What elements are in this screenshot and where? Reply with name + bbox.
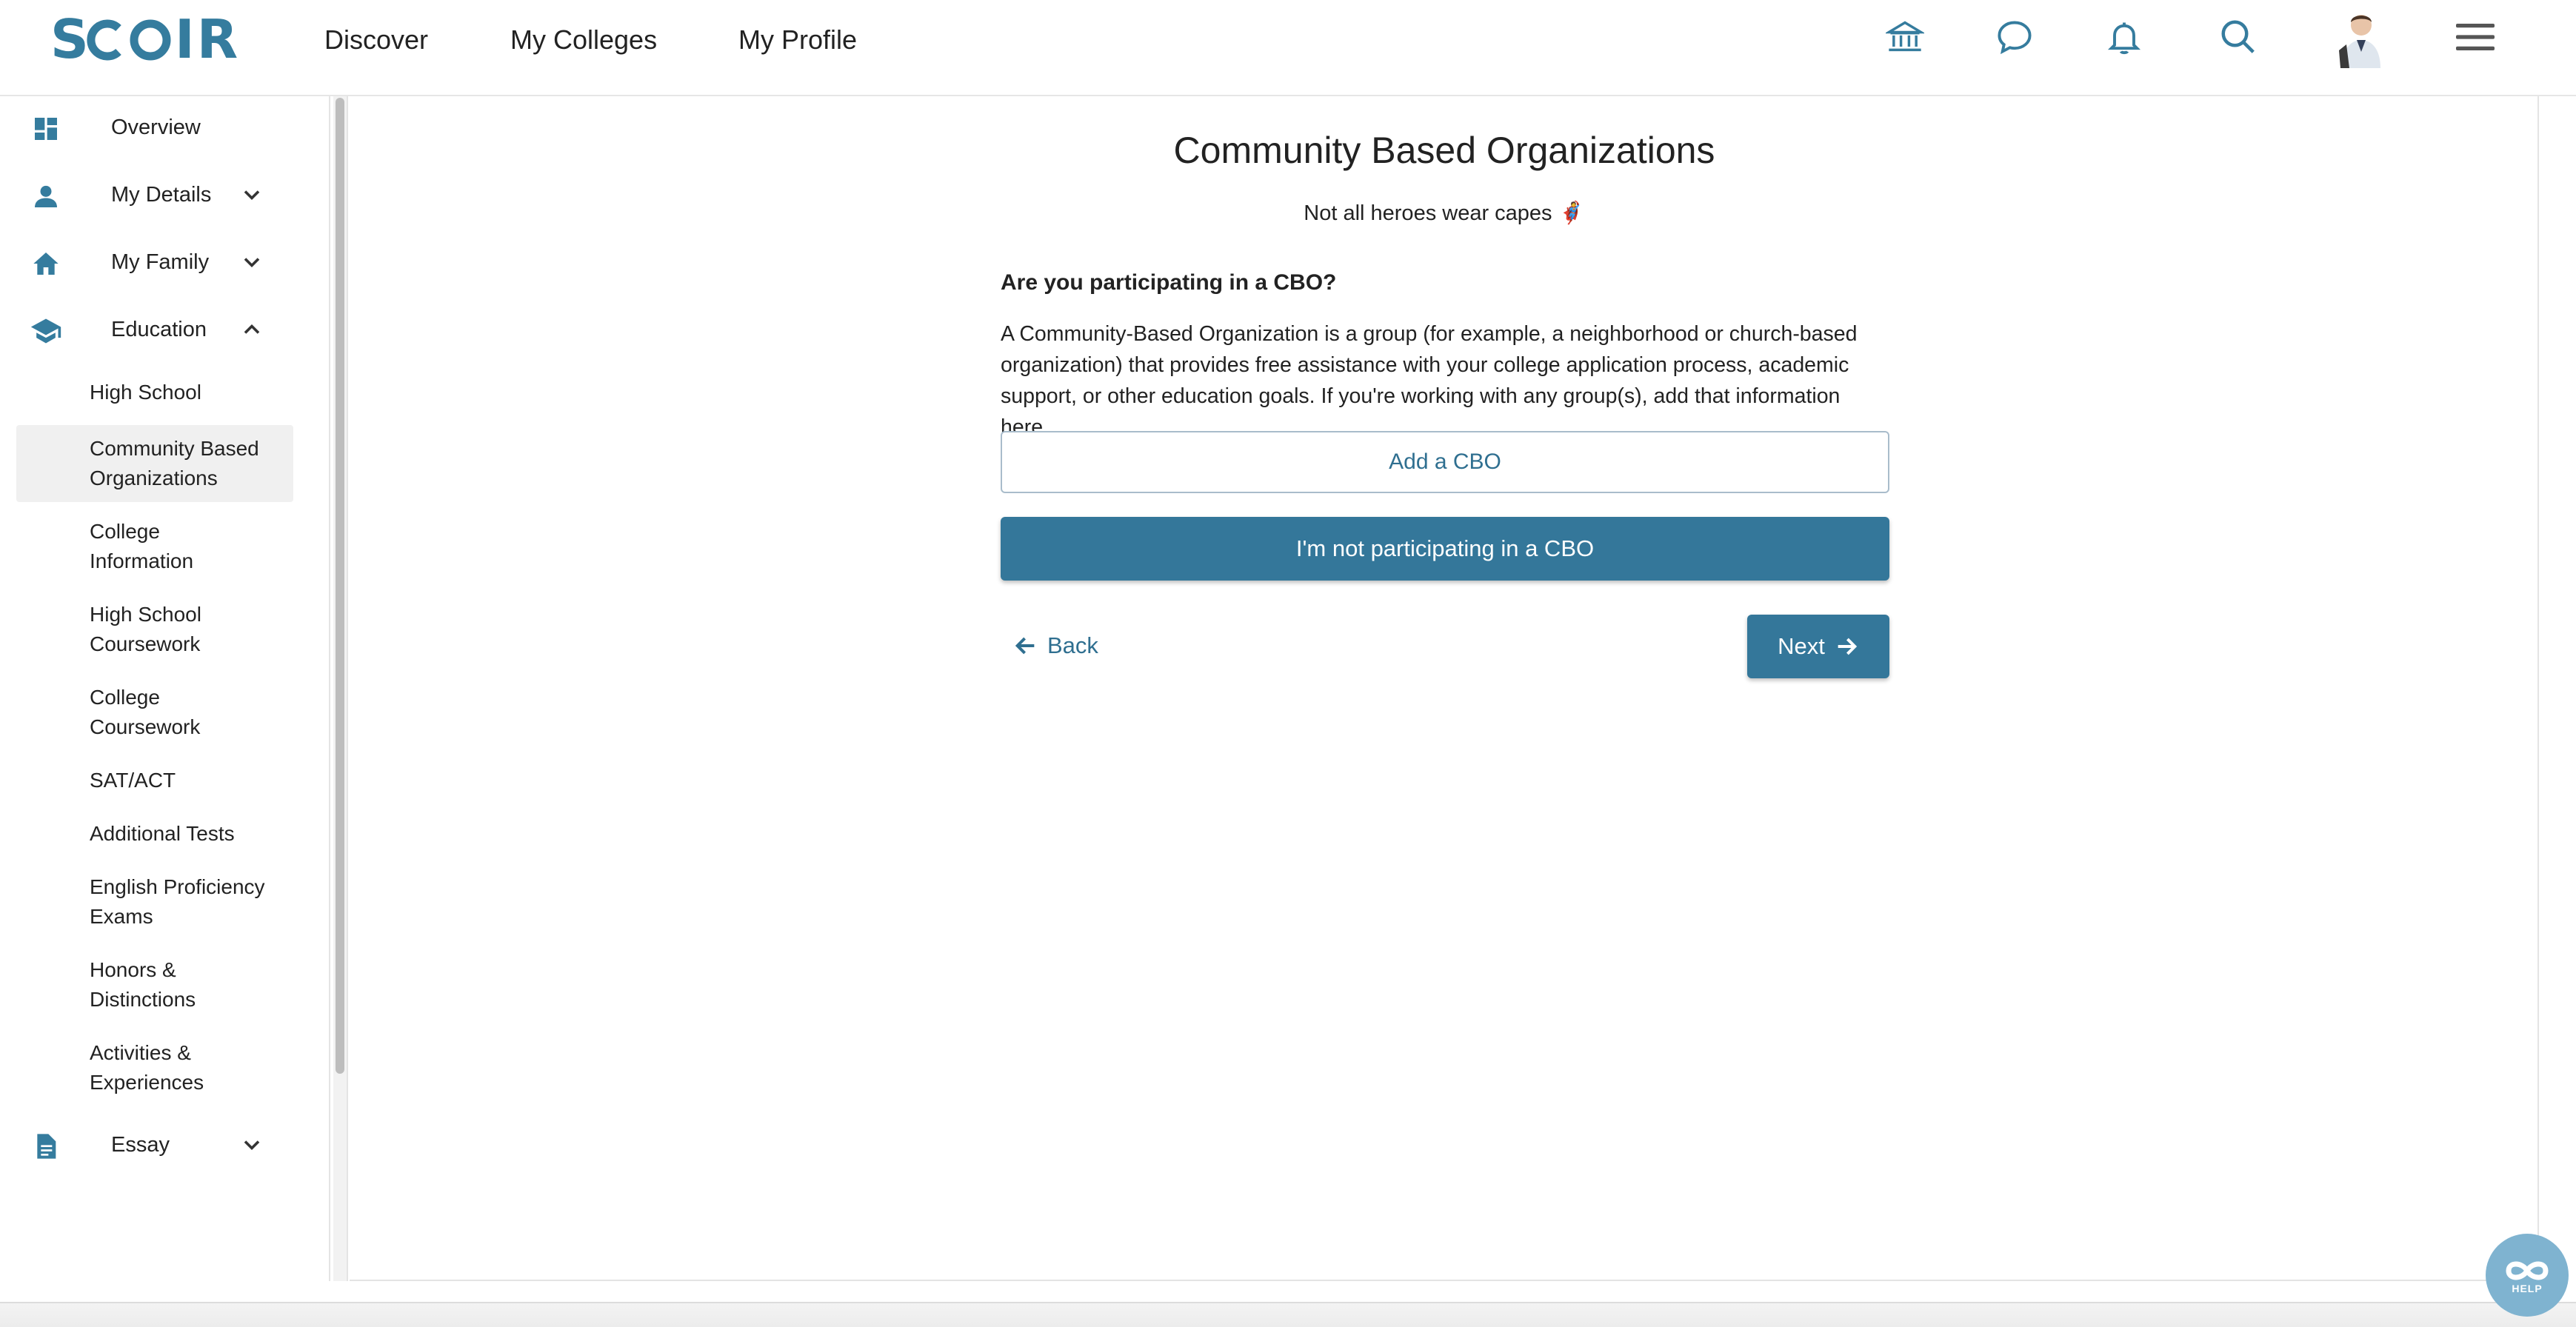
dashboard-icon xyxy=(28,111,64,147)
sidebar-subitem-community-based-organizations[interactable]: Community Based Organizations xyxy=(16,425,293,502)
help-button[interactable]: HELP xyxy=(2486,1234,2569,1317)
sidebar-subitem-label: Activities & Experiences xyxy=(90,1041,204,1094)
sidebar-subitem-label: English Proficiency Exams xyxy=(90,875,265,928)
sidebar-item-overview[interactable]: Overview xyxy=(0,98,326,157)
top-navigation-bar: S IR Discover My Colleges My Profile xyxy=(0,0,2576,96)
sidebar-item-my-family[interactable]: My Family xyxy=(0,233,326,292)
infinity-icon xyxy=(2506,1261,2549,1280)
sidebar-subitem-english-proficiency-exams[interactable]: English Proficiency Exams xyxy=(16,863,293,940)
document-icon xyxy=(28,1129,64,1164)
scoir-logo[interactable]: S IR xyxy=(50,8,246,70)
help-label: HELP xyxy=(2512,1283,2543,1294)
sidebar-subitem-college-coursework[interactable]: College Coursework xyxy=(16,674,293,751)
sidebar-subitem-honors-distinctions[interactable]: Honors & Distinctions xyxy=(16,946,293,1023)
cbo-question: Are you participating in a CBO? xyxy=(1001,270,1337,295)
bottom-strip xyxy=(0,1302,2576,1327)
arrow-right-icon xyxy=(1838,638,1858,655)
sidebar-subitem-label: High School xyxy=(90,381,201,404)
nav-discover[interactable]: Discover xyxy=(324,22,428,58)
page-subtitle: Not all heroes wear capes 🦸 xyxy=(1304,201,1585,225)
sidebar-item-my-details[interactable]: My Details xyxy=(0,165,326,224)
page-title: Community Based Organizations xyxy=(1173,130,1715,171)
chevron-down-icon[interactable] xyxy=(238,249,265,275)
chevron-down-icon[interactable] xyxy=(238,181,265,208)
chevron-up-icon[interactable] xyxy=(238,316,265,343)
back-button[interactable]: Back xyxy=(1013,629,1098,662)
bell-icon[interactable] xyxy=(2100,13,2148,61)
sidebar-item-label: Essay xyxy=(111,1133,170,1157)
not-participating-button[interactable]: I'm not participating in a CBO xyxy=(1001,517,1889,581)
sidebar-subitem-label: SAT/ACT xyxy=(90,769,176,792)
scoir-logo-mark: S IR xyxy=(50,8,240,70)
sidebar-subitem-label: College Coursework xyxy=(90,686,201,738)
hamburger-menu-icon[interactable] xyxy=(2452,13,2499,61)
sidebar-item-label: My Family xyxy=(111,250,210,274)
chevron-down-icon[interactable] xyxy=(238,1132,265,1158)
sidebar-subitem-high-school-coursework[interactable]: High School Coursework xyxy=(16,591,293,668)
sidebar-subitem-activities-experiences[interactable]: Activities & Experiences xyxy=(16,1029,293,1106)
sidebar-subitem-label: Additional Tests xyxy=(90,822,235,845)
graduation-cap-icon xyxy=(28,313,64,349)
sidebar-subitem-additional-tests[interactable]: Additional Tests xyxy=(16,810,293,858)
sidebar-scrollbar-thumb[interactable] xyxy=(336,98,344,1074)
arrow-left-icon xyxy=(1015,637,1035,655)
sidebar-subitem-high-school[interactable]: High School xyxy=(16,369,293,416)
person-icon xyxy=(28,178,64,214)
avatar[interactable] xyxy=(2335,6,2388,68)
sidebar-scrollbar[interactable] xyxy=(333,96,348,1281)
sidebar-item-label: My Details xyxy=(111,183,212,207)
sidebar-subitem-label: Honors & Distinctions xyxy=(90,958,196,1011)
chat-icon[interactable] xyxy=(1991,13,2038,61)
search-icon[interactable] xyxy=(2215,13,2262,61)
sidebar-subitem-college-information[interactable]: College Information xyxy=(16,508,293,585)
sidebar-subitem-label: College Information xyxy=(90,520,194,572)
sidebar-subitem-sat-act[interactable]: SAT/ACT xyxy=(16,757,293,804)
cbo-description: A Community-Based Organization is a grou… xyxy=(1001,322,1858,439)
sidebar: Overview My Details My Family Education … xyxy=(0,96,330,1326)
nav-my-colleges[interactable]: My Colleges xyxy=(510,22,657,58)
next-label: Next xyxy=(1778,633,1825,659)
svg-text:S: S xyxy=(50,13,90,65)
institution-icon[interactable] xyxy=(1881,13,1929,61)
nav-my-profile[interactable]: My Profile xyxy=(738,22,857,58)
svg-text:IR: IR xyxy=(175,13,240,65)
home-icon xyxy=(28,246,64,281)
next-button[interactable]: Next xyxy=(1747,615,1889,678)
sidebar-item-label: Overview xyxy=(111,116,201,139)
sidebar-item-education[interactable]: Education xyxy=(0,300,326,359)
add-cbo-button[interactable]: Add a CBO xyxy=(1001,431,1889,493)
main-content-panel xyxy=(350,96,2539,1281)
sidebar-subitem-label: High School Coursework xyxy=(90,603,201,655)
sidebar-subitem-label: Community Based Organizations xyxy=(90,437,259,489)
sidebar-item-label: Education xyxy=(111,318,207,341)
sidebar-item-essay[interactable]: Essay xyxy=(0,1115,326,1174)
back-label: Back xyxy=(1047,632,1098,658)
